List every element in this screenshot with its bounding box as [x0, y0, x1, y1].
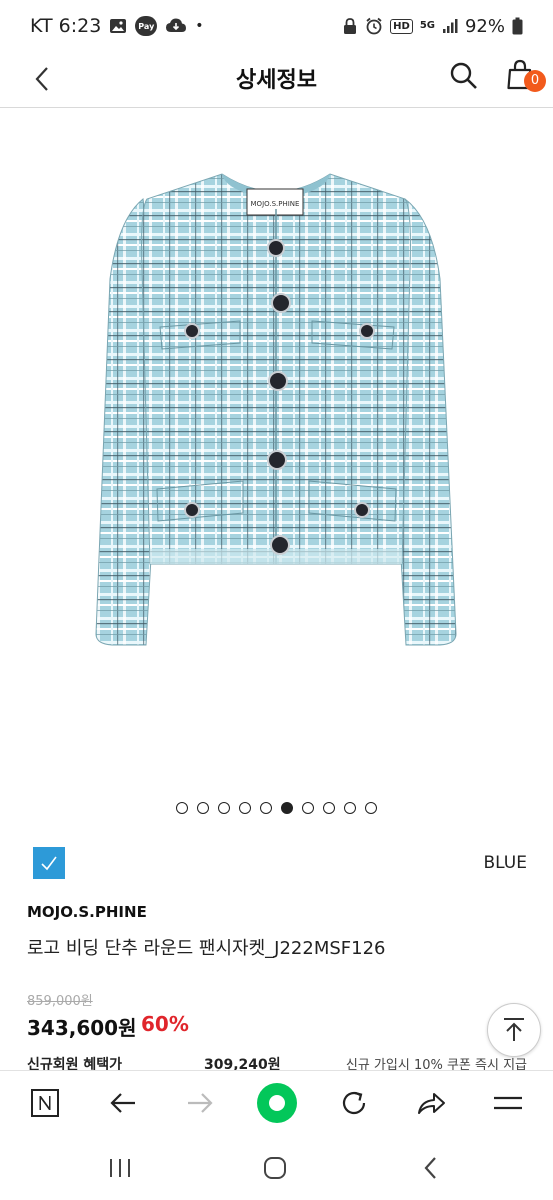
recent-apps-icon	[110, 1159, 130, 1177]
product-name: 로고 비딩 단추 라운드 팬시자켓_J222MSF126	[27, 938, 386, 959]
carousel-dot[interactable]	[197, 802, 209, 814]
original-price: 859,000원	[27, 994, 93, 1009]
carousel-dot[interactable]	[302, 802, 314, 814]
android-nav-bar	[0, 1134, 553, 1200]
scroll-to-top-button[interactable]	[487, 1003, 541, 1057]
app-header: 상세정보	[0, 52, 553, 108]
arrow-left-icon	[110, 1093, 135, 1113]
status-bar: KT 6:23 Pay • HD 5G 92%	[0, 0, 553, 52]
carousel-dot[interactable]	[323, 802, 335, 814]
naver-n-icon	[31, 1089, 59, 1117]
carousel-dot[interactable]	[281, 802, 293, 814]
jacket-neck-label: MOJO.S.PHINE	[251, 200, 300, 208]
status-right: HD 5G 92%	[342, 16, 523, 37]
green-dot-button[interactable]	[256, 1083, 298, 1123]
member-benefit-price: 309,240원	[204, 1057, 281, 1070]
image-carousel-dots	[0, 802, 553, 820]
carousel-dot[interactable]	[176, 802, 188, 814]
lock-icon	[342, 17, 358, 35]
carousel-dot[interactable]	[218, 802, 230, 814]
status-left: KT 6:23 Pay •	[30, 15, 204, 37]
discount-rate: 60%	[141, 1012, 189, 1036]
share-button[interactable]	[413, 1085, 449, 1121]
menu-button[interactable]	[490, 1085, 526, 1121]
member-benefit-label: 신규회원 혜택가	[27, 1057, 123, 1070]
home-icon	[264, 1157, 286, 1179]
signal-icon	[442, 18, 458, 34]
system-back-button[interactable]	[415, 1152, 447, 1184]
naver-home-button[interactable]	[27, 1085, 63, 1121]
browser-toolbar	[0, 1070, 553, 1134]
jacket-illustration: MOJO.S.PHINE	[95, 173, 457, 646]
product-image[interactable]: MOJO.S.PHINE	[0, 109, 553, 799]
cloud-sync-icon	[165, 17, 187, 35]
color-option-label: BLUE	[483, 853, 527, 873]
gallery-icon	[109, 17, 127, 35]
sale-price: 343,600원	[27, 1016, 137, 1040]
green-dot-icon	[257, 1083, 297, 1123]
more-notifications-dot: •	[195, 18, 204, 34]
5g-icon: 5G	[419, 20, 435, 31]
browser-forward-button[interactable]	[182, 1085, 218, 1121]
hd-voice-icon: HD	[390, 18, 413, 34]
checkmark-icon	[41, 856, 57, 871]
brand-name[interactable]: MOJO.S.PHINE	[27, 903, 147, 921]
search-button[interactable]	[448, 60, 480, 92]
battery-percent: 92%	[464, 15, 505, 37]
browser-back-button[interactable]	[105, 1085, 141, 1121]
battery-icon	[512, 17, 523, 35]
carousel-dot[interactable]	[365, 802, 377, 814]
refresh-icon	[342, 1091, 366, 1115]
carousel-dot[interactable]	[239, 802, 251, 814]
alarm-icon	[365, 17, 383, 35]
search-icon	[450, 62, 477, 89]
share-arrow-icon	[418, 1093, 445, 1114]
hamburger-menu-icon	[494, 1096, 522, 1110]
home-button[interactable]	[259, 1152, 291, 1184]
carousel-dot[interactable]	[344, 802, 356, 814]
recent-apps-button[interactable]	[104, 1152, 136, 1184]
member-benefit-note: 신규 가입시 10% 쿠폰 즉시 지급	[345, 1058, 527, 1070]
arrow-right-icon	[188, 1093, 213, 1113]
arrow-up-icon	[504, 1018, 524, 1041]
refresh-button[interactable]	[336, 1085, 372, 1121]
color-option-checkbox[interactable]	[33, 847, 65, 879]
member-benefit-row: 신규회원 혜택가 309,240원 신규 가입시 10% 쿠폰 즉시 지급	[0, 1054, 553, 1070]
cart-count-badge: 0	[524, 70, 546, 92]
pay-icon: Pay	[135, 16, 158, 36]
carousel-dot[interactable]	[260, 802, 272, 814]
back-chevron-icon	[424, 1157, 436, 1179]
carrier-time: KT 6:23	[30, 15, 102, 37]
